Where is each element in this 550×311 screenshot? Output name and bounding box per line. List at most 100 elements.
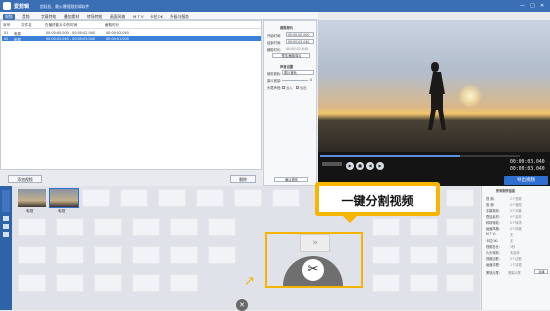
start-label: 开始时间: xyxy=(267,34,282,38)
end-label: 结束时间: xyxy=(267,41,282,45)
empty-slot xyxy=(208,246,236,264)
total-time: 00:00:03.040 xyxy=(510,167,545,172)
info-value: 0个字幕 xyxy=(510,209,522,213)
menu-item-audio[interactable]: 音频 xyxy=(22,14,30,20)
info-value: 无 xyxy=(510,239,514,243)
table-row[interactable]: 01 电视 00:00:00.000 - 00:00:02.040 00:00:… xyxy=(2,30,261,36)
clip-list: 序号 文件名 在最终影片中的时间 截取时长 01 电视 00:00:00.000… xyxy=(0,20,262,170)
clip-2-label: 电视 xyxy=(58,209,66,213)
end-time-input[interactable]: 00:00:02.040 xyxy=(286,39,314,44)
row-duration: 00:00:02.040 xyxy=(106,30,129,35)
menu-item-video[interactable]: 视频 xyxy=(3,13,15,20)
menu-item-overlay[interactable]: 叠加素材 xyxy=(64,14,79,20)
fade-label: 头尾声音: xyxy=(267,86,282,90)
volume-value: 0 xyxy=(310,78,313,82)
preview-cut-button[interactable]: 预览/截取原片 xyxy=(272,53,310,58)
empty-slot xyxy=(170,246,198,264)
menu-item-karaoke[interactable]: 卡拉OK xyxy=(150,14,163,20)
add-video-button[interactable]: 添加视频 xyxy=(8,175,42,183)
empty-slot xyxy=(94,218,122,236)
empty-slot xyxy=(18,246,46,264)
info-value: 0个风格 xyxy=(510,227,522,231)
play-icon[interactable]: ▶ xyxy=(346,162,354,170)
footer-label: 黑场片尾: xyxy=(486,271,500,275)
menu-item-upgrade[interactable]: 升级与服务 xyxy=(170,14,189,20)
empty-slot xyxy=(446,189,474,207)
clip-tab[interactable] xyxy=(2,190,10,212)
empty-slot xyxy=(208,218,236,236)
chevron-right-icon: » xyxy=(300,234,330,252)
empty-slot xyxy=(446,274,474,292)
app-title: 爱剪辑 xyxy=(14,4,30,10)
delete-button[interactable]: 删除 xyxy=(230,175,256,183)
menu-item-subtitle[interactable]: 字幕特效 xyxy=(41,14,56,20)
scissors-icon[interactable]: ✂ xyxy=(302,259,324,281)
info-label: 画面风格: xyxy=(486,227,500,231)
empty-slot xyxy=(170,218,198,236)
empty-slot xyxy=(372,218,400,236)
empty-slot xyxy=(410,218,438,236)
menu-item-transition[interactable]: 转场特效 xyxy=(87,14,102,20)
footer-select-button[interactable]: 选择 xyxy=(534,269,548,274)
clip-header: 裁剪原片 xyxy=(280,26,294,30)
empty-slot xyxy=(372,246,400,264)
current-time: 00:00:03.040 xyxy=(510,160,545,165)
forward-icon[interactable]: ▶ xyxy=(376,162,384,170)
rewind-icon[interactable]: ◀ xyxy=(366,162,374,170)
minimize-button[interactable]: — xyxy=(520,3,525,9)
close-button[interactable]: ✕ xyxy=(540,3,544,9)
menu-item-style[interactable]: 画面风格 xyxy=(110,14,125,20)
row-name: 电视 xyxy=(14,31,21,36)
track-label: 使用音轨: xyxy=(267,72,282,76)
stop-icon[interactable]: ■ xyxy=(356,162,364,170)
properties-panel: 裁剪原片 开始时间: 00:00:00.000 结束时间: 00:00:02.0… xyxy=(263,20,317,186)
info-value: 0个音频 xyxy=(510,203,522,207)
fade-out-label: 淡出 xyxy=(300,86,307,90)
fade-out-checkbox[interactable] xyxy=(296,85,299,89)
app-logo-icon xyxy=(3,2,11,10)
empty-slot xyxy=(410,274,438,292)
info-label: 转场特效: xyxy=(486,221,500,225)
audio-header: 声音设置 xyxy=(280,65,294,69)
timeline-clip-1[interactable] xyxy=(18,189,46,207)
info-value: 无 xyxy=(510,233,514,237)
row-name: 电视 xyxy=(14,37,21,42)
close-icon[interactable]: ✕ xyxy=(236,299,248,311)
volume-slider-player[interactable] xyxy=(322,162,342,166)
maximize-button[interactable]: □ xyxy=(530,3,535,9)
export-video-button[interactable]: 导出视频 xyxy=(504,176,548,185)
menu-item-mtv[interactable]: M T V xyxy=(133,14,144,19)
track-icon[interactable] xyxy=(3,232,9,237)
start-time-input[interactable]: 00:00:00.000 xyxy=(286,32,314,37)
table-row[interactable]: 02 电视 00:00:02.040 - 00:00:03.040 00:00:… xyxy=(2,36,261,42)
empty-slot xyxy=(170,274,198,292)
info-label: 字幕特效: xyxy=(486,209,500,213)
zoom-out-icon[interactable] xyxy=(3,224,9,229)
clip-1-label: 电视 xyxy=(26,209,34,213)
row-range: 00:00:00.000 - 00:00:02.040 xyxy=(46,30,95,35)
empty-slot xyxy=(82,189,110,207)
cut-duration-value: 00:00:02.040 xyxy=(286,47,309,51)
confirm-button[interactable]: 确认修改 xyxy=(274,177,308,182)
empty-slot xyxy=(94,274,122,292)
info-label: 叠加素材: xyxy=(486,215,500,219)
callout-pointer xyxy=(343,216,357,223)
zoom-in-icon[interactable] xyxy=(3,216,9,221)
info-title: 所有制作信息 xyxy=(496,189,516,193)
empty-slot xyxy=(158,189,186,207)
empty-slot xyxy=(132,218,160,236)
volume-slider[interactable] xyxy=(282,80,308,81)
fade-in-checkbox[interactable] xyxy=(282,85,285,89)
preview-sun xyxy=(458,84,482,108)
empty-slot xyxy=(196,189,224,207)
timeline-clip-2[interactable] xyxy=(49,188,79,208)
track-select[interactable]: 原片音轨 xyxy=(282,70,314,75)
info-value: 1个清理 xyxy=(510,263,522,267)
empty-slot xyxy=(446,218,474,236)
info-label: M T V: xyxy=(486,232,496,236)
volume-label: 原片音量: xyxy=(267,79,282,83)
row-range: 00:00:02.040 - 00:00:03.040 xyxy=(46,36,95,41)
empty-slot xyxy=(56,246,84,264)
menu-bar: 视频 音频 字幕特效 叠加素材 转场特效 画面风格 M T V 卡拉OK 升级与… xyxy=(0,12,318,20)
info-label: 视 频: xyxy=(486,197,495,201)
